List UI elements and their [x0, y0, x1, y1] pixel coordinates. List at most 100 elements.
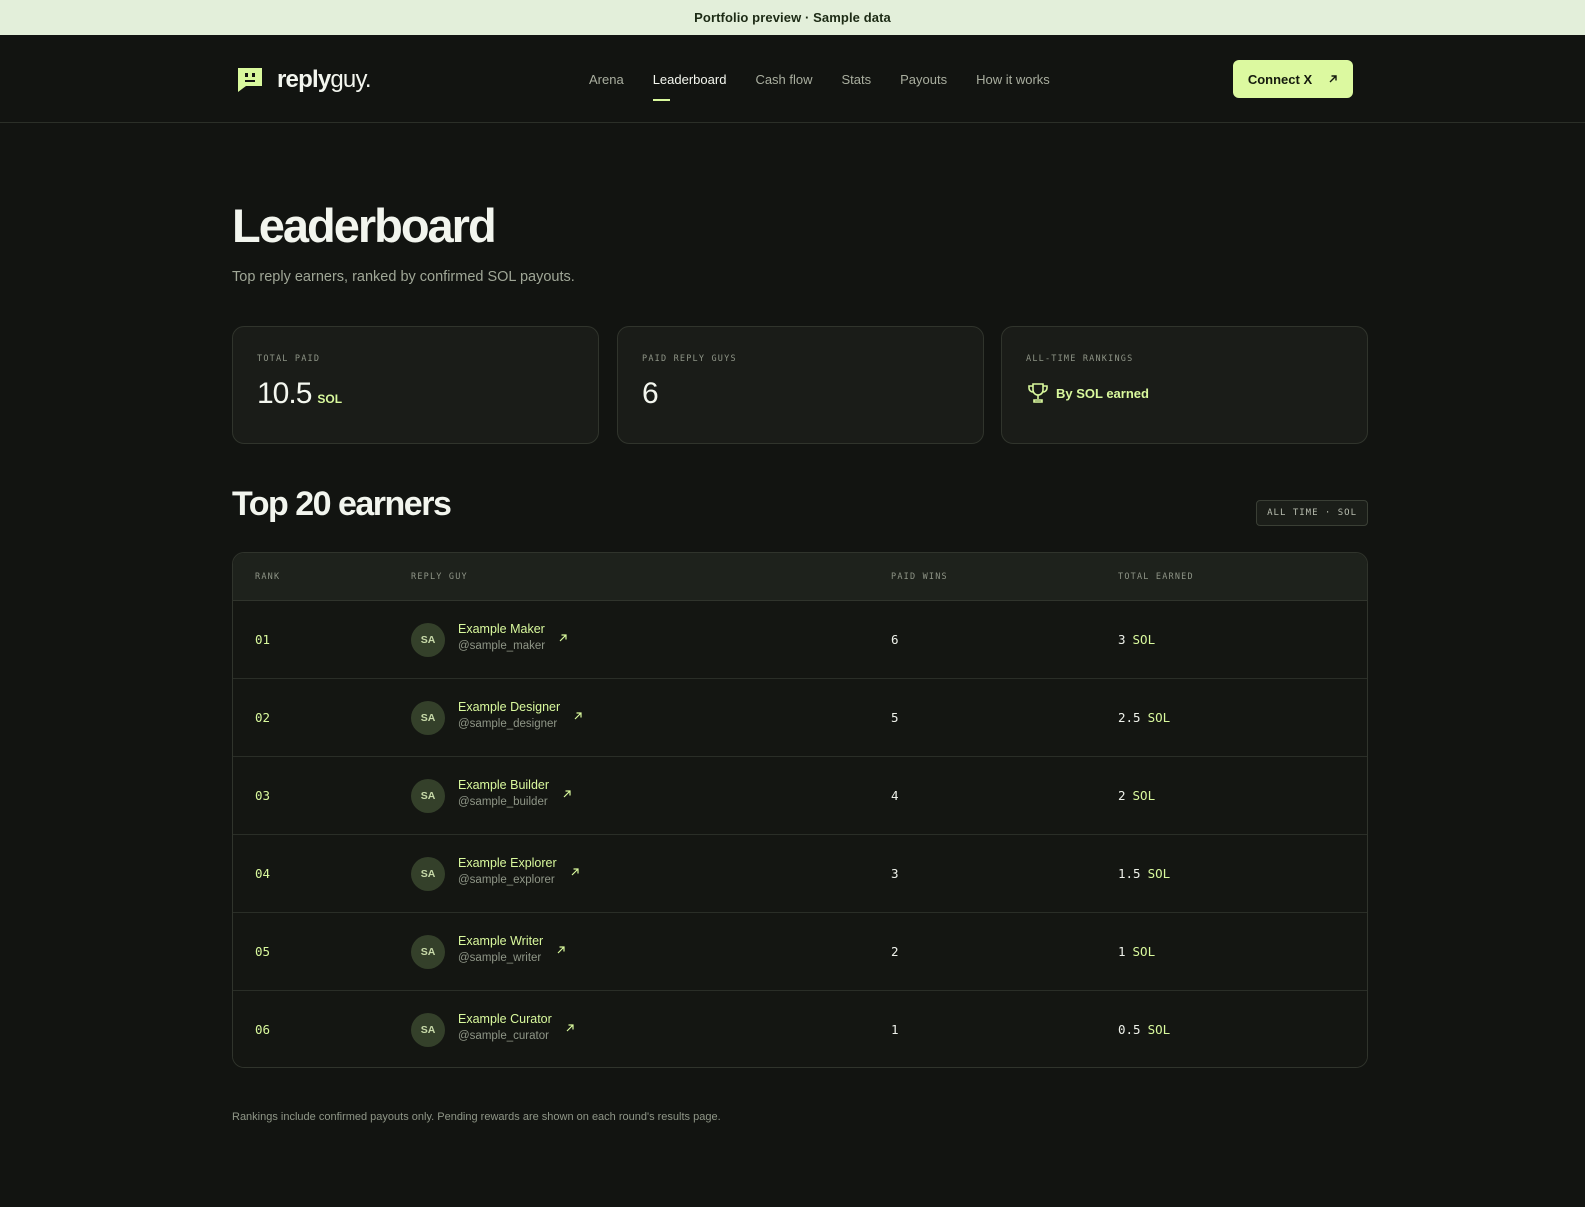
footnote: Rankings include confirmed payouts only.…: [232, 1111, 721, 1123]
avatar[interactable]: SA: [411, 935, 445, 969]
user-info: Example Maker @sample_maker: [458, 622, 567, 652]
paid-wins-cell: 4: [891, 788, 899, 803]
earned-unit: SOL: [1147, 866, 1171, 881]
user-name-link[interactable]: Example Explorer: [458, 856, 557, 870]
earned-value: 2: [1118, 788, 1126, 803]
page-subtitle: Top reply earners, ranked by confirmed S…: [232, 269, 575, 285]
rank-cell: 02: [255, 710, 271, 725]
user-name-link[interactable]: Example Designer: [458, 700, 560, 714]
all-time-rankings-label: ALL-TIME RANKINGS: [1026, 354, 1134, 364]
user-info: Example Explorer @sample_explorer: [458, 856, 579, 886]
external-link-icon[interactable]: [566, 1024, 574, 1032]
nav-item-leaderboard[interactable]: Leaderboard: [652, 35, 726, 123]
user-info: Example Builder @sample_builder: [458, 778, 571, 808]
table-row[interactable]: 04 SA Example Explorer @sample_explorer …: [233, 835, 1367, 913]
total-paid-unit: SOL: [317, 392, 343, 406]
chat-bubble-logo-icon: [238, 68, 262, 92]
table-row[interactable]: 03 SA Example Builder @sample_builder 4 …: [233, 757, 1367, 835]
total-paid-value: 10.5 SOL: [257, 377, 343, 410]
external-link-icon[interactable]: [571, 868, 579, 876]
header-total-earned[interactable]: TOTAL EARNED: [1118, 572, 1194, 582]
trophy-icon: [1026, 381, 1050, 405]
total-paid-card: TOTAL PAID 10.5 SOL: [232, 326, 599, 444]
leaderboard-table: RANK REPLY GUY PAID WINS TOTAL EARNED 01…: [232, 552, 1368, 1068]
avatar[interactable]: SA: [411, 701, 445, 735]
paid-wins-cell: 5: [891, 710, 899, 725]
section-title: Top 20 earners: [232, 485, 452, 523]
table-row[interactable]: 02 SA Example Designer @sample_designer …: [233, 679, 1367, 757]
rank-cell: 03: [255, 788, 271, 803]
header-paid-wins[interactable]: PAID WINS: [891, 572, 948, 582]
avatar[interactable]: SA: [411, 857, 445, 891]
total-earned-cell: 2 SOL: [1118, 788, 1155, 803]
user-info: Example Curator @sample_curator: [458, 1012, 574, 1042]
total-earned-cell: 1 SOL: [1118, 944, 1155, 959]
paid-reply-guys-value: 6: [642, 377, 659, 410]
user-name-link[interactable]: Example Maker: [458, 622, 545, 636]
total-earned-cell: 1.5 SOL: [1118, 866, 1170, 881]
external-link-icon[interactable]: [563, 790, 571, 798]
banner-text: Portfolio preview · Sample data: [694, 10, 891, 25]
user-handle: @sample_maker: [458, 640, 546, 652]
connect-x-button[interactable]: Connect X: [1233, 60, 1353, 98]
user-info: Example Designer @sample_designer: [458, 700, 582, 730]
earned-value: 2.5: [1118, 710, 1141, 725]
external-link-icon[interactable]: [559, 634, 567, 642]
paid-reply-guys-card: PAID REPLY GUYS 6: [617, 326, 984, 444]
earned-unit: SOL: [1132, 788, 1156, 803]
paid-reply-guys-label: PAID REPLY GUYS: [642, 354, 737, 364]
top-navigation-bar: replyguy. Arena Leaderboard Cash flow St…: [0, 35, 1585, 123]
earned-unit: SOL: [1132, 632, 1156, 647]
user-name-link[interactable]: Example Curator: [458, 1012, 552, 1026]
all-time-rankings-card: ALL-TIME RANKINGS By SOL earned: [1001, 326, 1368, 444]
avatar[interactable]: SA: [411, 1013, 445, 1047]
earned-value: 1: [1118, 944, 1126, 959]
main-nav: Arena Leaderboard Cash flow Stats Payout…: [589, 35, 1050, 123]
table-row[interactable]: 05 SA Example Writer @sample_writer 2 1 …: [233, 913, 1367, 991]
total-earned-cell: 0.5 SOL: [1118, 1022, 1170, 1037]
rankings-criteria-text: By SOL earned: [1056, 385, 1149, 401]
total-earned-cell: 3 SOL: [1118, 632, 1155, 647]
rank-cell: 05: [255, 944, 271, 959]
table-row[interactable]: 01 SA Example Maker @sample_maker 6 3 SO…: [233, 601, 1367, 679]
time-filter-badge[interactable]: ALL TIME · SOL: [1256, 500, 1368, 526]
nav-item-payouts[interactable]: Payouts: [900, 35, 947, 123]
paid-wins-cell: 2: [891, 944, 899, 959]
rank-cell: 06: [255, 1022, 271, 1037]
arrow-up-right-icon: [1329, 75, 1337, 83]
table-row[interactable]: 06 SA Example Curator @sample_curator 1 …: [233, 991, 1367, 1067]
avatar[interactable]: SA: [411, 623, 445, 657]
user-handle: @sample_designer: [458, 718, 558, 730]
page-title: Leaderboard: [232, 199, 497, 252]
external-link-icon[interactable]: [574, 712, 582, 720]
total-paid-label: TOTAL PAID: [257, 354, 321, 364]
stats-cards: TOTAL PAID 10.5 SOL PAID REPLY GUYS 6 AL…: [232, 326, 1368, 444]
earned-unit: SOL: [1147, 1022, 1171, 1037]
earned-value: 0.5: [1118, 1022, 1141, 1037]
total-earned-cell: 2.5 SOL: [1118, 710, 1170, 725]
header-rank[interactable]: RANK: [255, 572, 280, 582]
earned-unit: SOL: [1147, 710, 1171, 725]
user-info: Example Writer @sample_writer: [458, 934, 565, 964]
rank-cell: 04: [255, 866, 271, 881]
nav-item-arena[interactable]: Arena: [589, 35, 624, 123]
user-name-link[interactable]: Example Writer: [458, 934, 543, 948]
paid-wins-cell: 1: [891, 1022, 899, 1037]
rank-cell: 01: [255, 632, 271, 647]
user-name-link[interactable]: Example Builder: [458, 778, 549, 792]
connect-x-label: Connect X: [1247, 71, 1313, 87]
earned-value: 3: [1118, 632, 1126, 647]
brand-logo[interactable]: replyguy.: [237, 66, 372, 94]
user-handle: @sample_explorer: [458, 874, 555, 886]
header-reply-guy[interactable]: REPLY GUY: [411, 572, 468, 582]
paid-wins-cell: 6: [891, 632, 899, 647]
nav-item-cash-flow[interactable]: Cash flow: [755, 35, 812, 123]
nav-item-how-it-works[interactable]: How it works: [976, 35, 1050, 123]
user-handle: @sample_builder: [458, 796, 548, 808]
table-header: RANK REPLY GUY PAID WINS TOTAL EARNED: [233, 553, 1367, 601]
avatar[interactable]: SA: [411, 779, 445, 813]
user-handle: @sample_curator: [458, 1030, 549, 1042]
external-link-icon[interactable]: [557, 946, 565, 954]
nav-item-stats[interactable]: Stats: [842, 35, 872, 123]
rankings-criteria: By SOL earned: [1026, 381, 1149, 405]
